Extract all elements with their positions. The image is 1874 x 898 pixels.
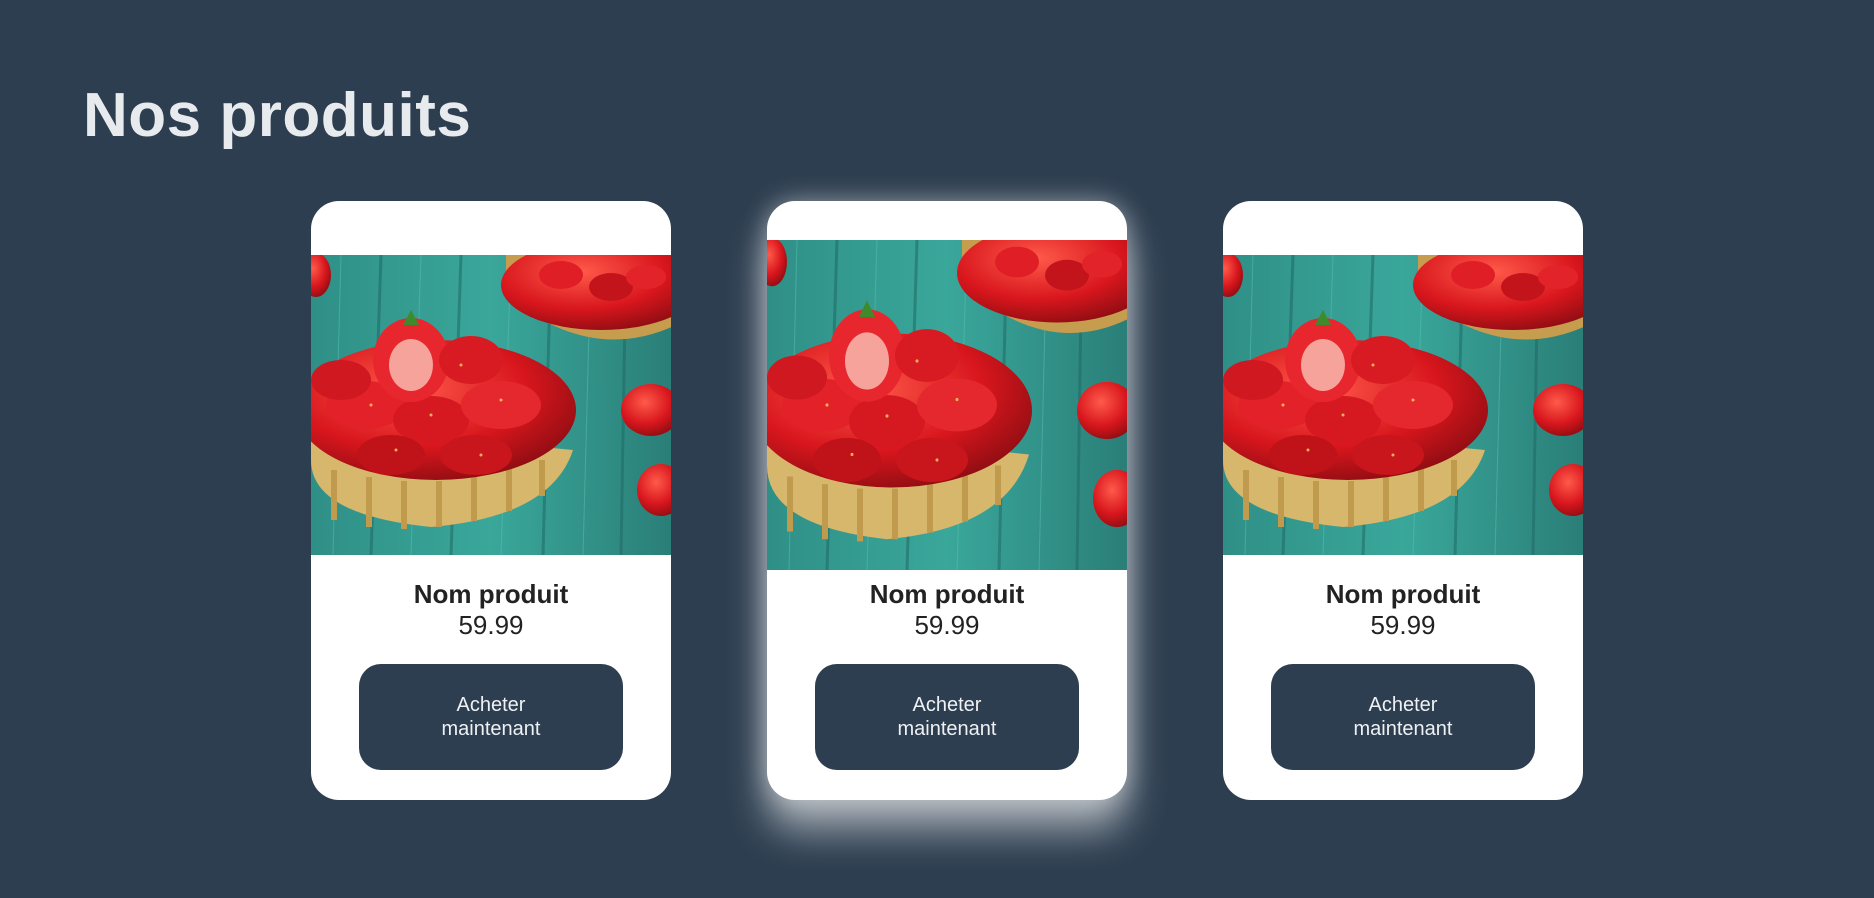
product-price: 59.99	[1370, 610, 1436, 640]
buy-now-button[interactable]: Acheter maintenant	[815, 664, 1079, 770]
product-card[interactable]: Nom produit 59.99 Acheter maintenant	[767, 201, 1127, 800]
product-card[interactable]: Nom produit 59.99 Acheter maintenant	[311, 201, 671, 800]
product-price: 59.99	[458, 610, 524, 640]
product-name: Nom produit	[413, 579, 569, 609]
product-image[interactable]	[767, 240, 1127, 570]
product-info: Nom produit 59.99	[311, 579, 671, 641]
strawberry-tart-image	[767, 240, 1127, 570]
product-card[interactable]: Nom produit 59.99 Acheter maintenant	[1223, 201, 1583, 800]
product-name: Nom produit	[1325, 579, 1481, 609]
buy-now-button[interactable]: Acheter maintenant	[1271, 664, 1535, 770]
buy-now-button[interactable]: Acheter maintenant	[359, 664, 623, 770]
product-list: Nom produit 59.99 Acheter maintenant Nom…	[311, 201, 1583, 800]
product-info: Nom produit 59.99	[1223, 579, 1583, 641]
product-image[interactable]	[1223, 255, 1583, 555]
product-price: 59.99	[914, 610, 980, 640]
product-info: Nom produit 59.99	[767, 579, 1127, 641]
strawberry-tart-image	[1223, 255, 1583, 555]
page-title: Nos produits	[83, 81, 472, 150]
product-name: Nom produit	[869, 579, 1025, 609]
strawberry-tart-image	[311, 255, 671, 555]
product-image[interactable]	[311, 255, 671, 555]
